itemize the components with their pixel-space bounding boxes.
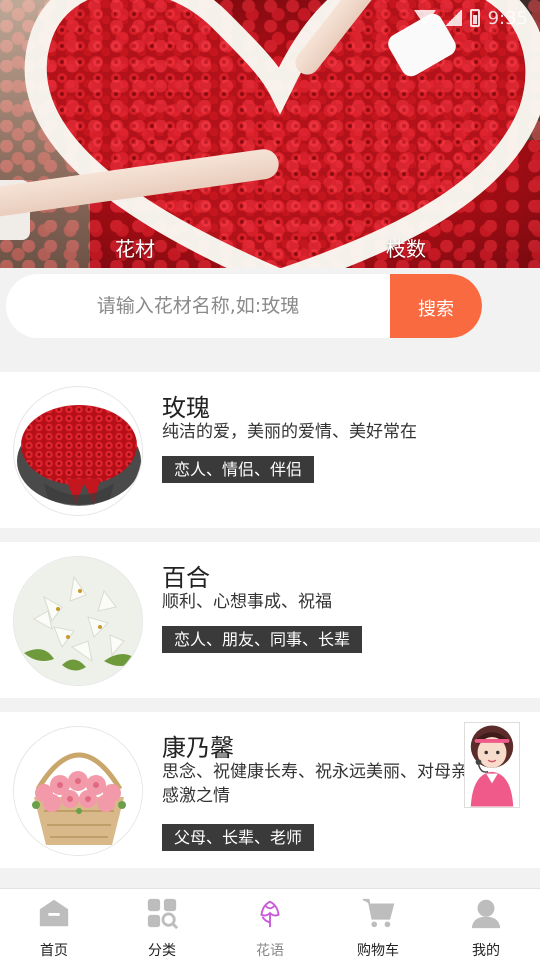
nav-item-cart[interactable]: 购物车 — [324, 889, 432, 960]
recipient-tag: 父母、长辈、老师 — [162, 824, 315, 851]
hero-banner: 9:35 花材 枝数 — [0, 0, 540, 268]
battery-icon — [469, 9, 480, 27]
flower-meaning: 顺利、心想事成、祝福 — [162, 592, 332, 612]
search-bar: 搜索 — [6, 274, 482, 338]
flower-name: 百合 — [162, 564, 210, 592]
nav-label-flower-language: 花语 — [256, 943, 284, 959]
nav-label-cart: 购物车 — [357, 943, 399, 959]
search-section: 搜索 — [0, 268, 540, 372]
list-item[interactable]: 百合 顺利、心想事成、祝福 恋人、朋友、同事、长辈 — [0, 542, 540, 698]
hero-label-material[interactable]: 花材 — [115, 233, 155, 262]
lily-bouquet-image — [13, 556, 143, 686]
profile-icon — [468, 895, 504, 930]
search-button[interactable]: 搜索 — [390, 274, 482, 338]
status-bar: 9:35 — [413, 6, 528, 30]
flower-language-page: 9:35 花材 枝数 搜索 — [0, 0, 540, 960]
recipient-tag: 恋人、情侣、伴侣 — [162, 456, 315, 483]
flower-name: 康乃馨 — [162, 734, 234, 762]
nav-label-profile: 我的 — [472, 943, 500, 959]
signal-icon — [443, 10, 462, 26]
cart-icon — [360, 895, 396, 930]
nav-item-flower-language[interactable]: 花语 — [216, 889, 324, 960]
list-item[interactable]: 玫瑰 纯洁的爱，美丽的爱情、美好常在 恋人、情侣、伴侣 — [0, 372, 540, 528]
carnation-basket-image — [13, 726, 143, 856]
customer-service-avatar-icon[interactable] — [464, 722, 520, 808]
flower-list: 玫瑰 纯洁的爱，美丽的爱情、美好常在 恋人、情侣、伴侣 百合 顺利、心想事成、祝… — [0, 372, 540, 882]
status-time: 9:35 — [487, 7, 528, 29]
nav-item-home[interactable]: 首页 — [0, 889, 108, 960]
flower-meaning: 思念、祝健康长寿、祝永远美丽、对母亲感激之情 — [162, 762, 468, 806]
list-item[interactable]: 康乃馨 思念、祝健康长寿、祝永远美丽、对母亲感激之情 父母、长辈、老师 — [0, 712, 540, 868]
nav-item-category[interactable]: 分类 — [108, 889, 216, 960]
home-icon — [36, 895, 72, 930]
nav-item-profile[interactable]: 我的 — [432, 889, 540, 960]
flower-icon — [252, 895, 288, 930]
recipient-tag: 恋人、朋友、同事、长辈 — [162, 626, 363, 653]
hero-label-stem-count[interactable]: 枝数 — [386, 233, 426, 262]
search-input[interactable] — [6, 274, 390, 338]
nav-label-home: 首页 — [40, 943, 68, 959]
wifi-icon — [413, 10, 436, 26]
rose-bouquet-image — [13, 386, 143, 516]
flower-meaning: 纯洁的爱，美丽的爱情、美好常在 — [162, 422, 417, 442]
nav-label-category: 分类 — [148, 943, 176, 959]
flower-name: 玫瑰 — [162, 394, 210, 422]
category-icon — [144, 895, 180, 930]
bottom-nav: 首页 分类 花语 购物车 我的 — [0, 888, 540, 960]
